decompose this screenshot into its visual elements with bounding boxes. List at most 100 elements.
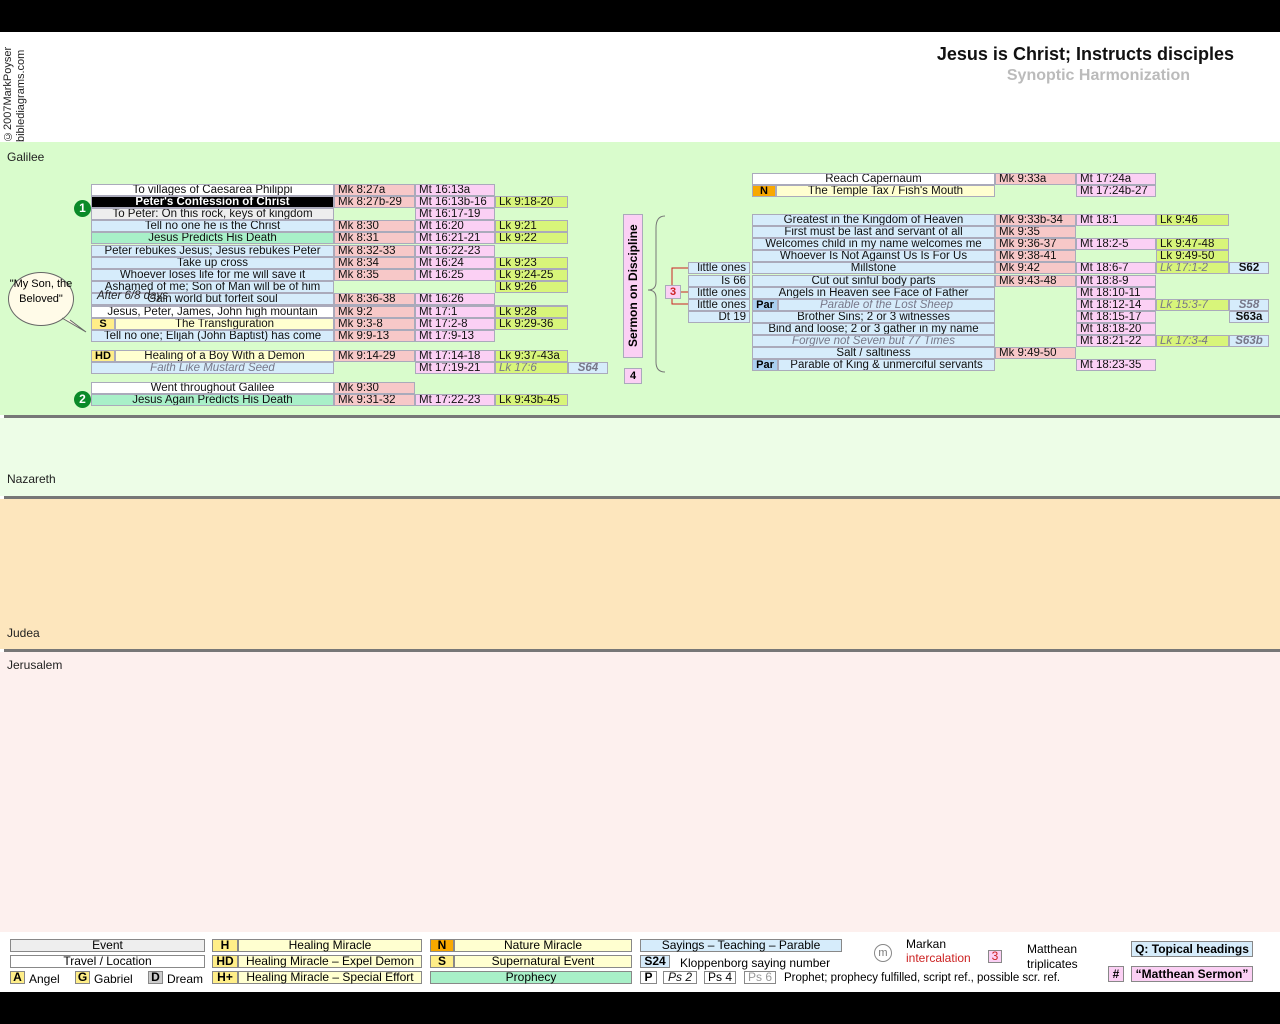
mark-ref: Mk 8:34 [334,256,415,269]
legend-gabriel: Gabriel [94,972,133,986]
luke-ref: Lk 9:24-25 [495,268,568,281]
passage-label: To villages of Caesarea Philippi [91,184,334,196]
legend-s24-tag: S24 [640,955,670,968]
legend-p-tag: P [640,971,657,984]
mark-ref: Mk 9:36-37 [995,238,1076,251]
passage-label: The Transfiguration [115,318,334,330]
mark-ref: Mk 9:2 [334,306,415,318]
legend-healing: Healing Miracle [238,939,422,952]
matthew-ref: Mt 18:8-9 [1076,274,1156,287]
region-label-judea: Judea [7,626,40,640]
mark-ref: Mk 8:27a [334,184,415,196]
legend-kloppenborg: Kloppenborg saying number [680,956,831,970]
legend-s-tag: S [430,955,454,968]
passage-label: Welcomes child in my name welcomes me [752,238,995,251]
sermon-number-badge: 4 [624,368,642,384]
matthew-ref: Mt 17:24a [1076,173,1156,185]
q-saying-number: S58 [1229,298,1269,311]
luke-ref: Lk 9:26 [495,280,568,293]
passage-label: First must be last and servant of all [752,226,995,239]
matthew-ref: Mt 17:19-21 [415,362,495,374]
matthew-ref: Mt 17:22-23 [415,394,495,406]
passage-label: Jesus Again Predicts His Death [91,394,334,406]
passage-tag: Par [752,359,778,372]
q-saying-number: S63b [1229,335,1269,347]
matthew-ref: Mt 16:13b-16 [415,196,495,209]
markan-symbol-letter: m [878,947,888,959]
legend-special: Healing Miracle – Special Effort [238,971,422,984]
matthew-ref: Mt 16:13a [415,184,495,196]
legend-ps2: Ps 2 [663,971,697,984]
legend-expel: Healing Miracle – Expel Demon [238,955,422,968]
luke-ref: Lk 9:18-20 [495,196,568,209]
page: ©2007MarkPoyser biblediagrams.com Jesus i… [0,32,1280,992]
legend-dream-tag: D [148,971,163,984]
legend-prophecy: Prophecy [430,971,632,984]
luke-ref: Lk 9:28 [495,306,568,318]
legend-matthean: Matthean [1027,942,1078,956]
passage-label: Peter's Confession of Christ [91,196,334,209]
legend-n-tag: N [430,939,454,952]
mark-ref: Mk 8:30 [334,220,415,233]
q-saying-number: S63a [1229,310,1269,323]
legend-intercalation: intercalation [906,951,971,965]
matthew-ref: Mt 17:9-13 [415,330,495,342]
passage-label: Jesus, Peter, James, John high mountain [91,306,334,318]
passage-label: Went throughout Galilee [91,382,334,394]
luke-ref: Lk 9:47-48 [1156,238,1229,251]
passage-tag: HD [91,350,115,362]
legend-matthean-sermon: “Matthean Sermon” [1131,966,1253,982]
matthew-ref: Mt 18:6-7 [1076,262,1156,275]
mark-ref: Mk 9:30 [334,382,415,394]
passage-label: Whoever Is Not Against Us Is For Us [752,250,995,263]
matthew-ref: Mt 18:12-14 [1076,298,1156,311]
legend-markan: Markan [906,937,947,951]
matthew-ref: Mt 16:20 [415,220,495,233]
q-saying-number: S62 [1229,262,1269,275]
mark-ref: Mk 9:35 [995,226,1076,239]
passage-label: Brother Sins; 2 or 3 witnesses [752,310,995,323]
prediction-marker-2: 2 [74,391,91,408]
passage-label: Take up cross [91,256,334,269]
passage-label: Salt / saltiness [752,347,995,360]
old-testament-ref: little ones [688,286,750,299]
old-testament-ref: little ones [688,298,750,311]
luke-ref: Lk 9:37-43a [495,350,568,362]
legend-angel: Angel [29,972,60,986]
mark-ref: Mk 8:32-33 [334,244,415,257]
region-judea [0,499,1280,649]
passage-label: Forgive not Seven but 77 Times [752,335,995,347]
legend-triplicate-tag: 3 [988,950,1002,963]
matthew-ref: Mt 17:14-18 [415,350,495,362]
matthew-ref: Mt 18:1 [1076,214,1156,226]
legend-event: Event [10,939,205,952]
old-testament-ref: little ones [688,262,750,275]
triplicate-badge: 3 [665,285,681,299]
passage-label: Parable of King & unmerciful servants [778,359,995,372]
matthew-ref: Mt 18:23-35 [1076,359,1156,372]
passage-label: Whoever loses life for me will save it [91,268,334,281]
matthew-ref: Mt 18:15-17 [1076,310,1156,323]
mark-ref: Mk 9:14-29 [334,350,415,362]
mark-ref: Mk 9:42 [995,262,1076,275]
passage-tag: S [91,318,115,330]
matthew-ref: Mt 16:22-23 [415,244,495,257]
mark-ref: Mk 8:36-38 [334,292,415,305]
legend-triplicates: triplicates [1027,957,1078,971]
legend-ps4: Ps 4 [704,971,736,984]
legend-hplus-tag: H+ [212,971,238,984]
passage-label: Jesus Predicts His Death [91,232,334,245]
legend-sayings: Sayings – Teaching – Parable [640,939,842,952]
legend-gabriel-tag: G [75,971,90,984]
matthew-ref: Mt 16:24 [415,256,495,269]
matthew-ref: Mt 16:17-19 [415,208,495,221]
q-saying-number: S64 [568,362,608,374]
region-label-nazareth: Nazareth [7,472,56,486]
mark-ref: Mk 9:33b-34 [995,214,1076,226]
passage-label: Cut out sinful body parts [752,274,995,287]
passage-label: Faith Like Mustard Seed [91,362,334,374]
mark-ref: Mk 8:27b-29 [334,196,415,209]
legend-q-headings: Q: Topical headings [1131,941,1253,957]
legend-hd-tag: HD [212,955,238,968]
luke-ref: Lk 9:23 [495,256,568,269]
